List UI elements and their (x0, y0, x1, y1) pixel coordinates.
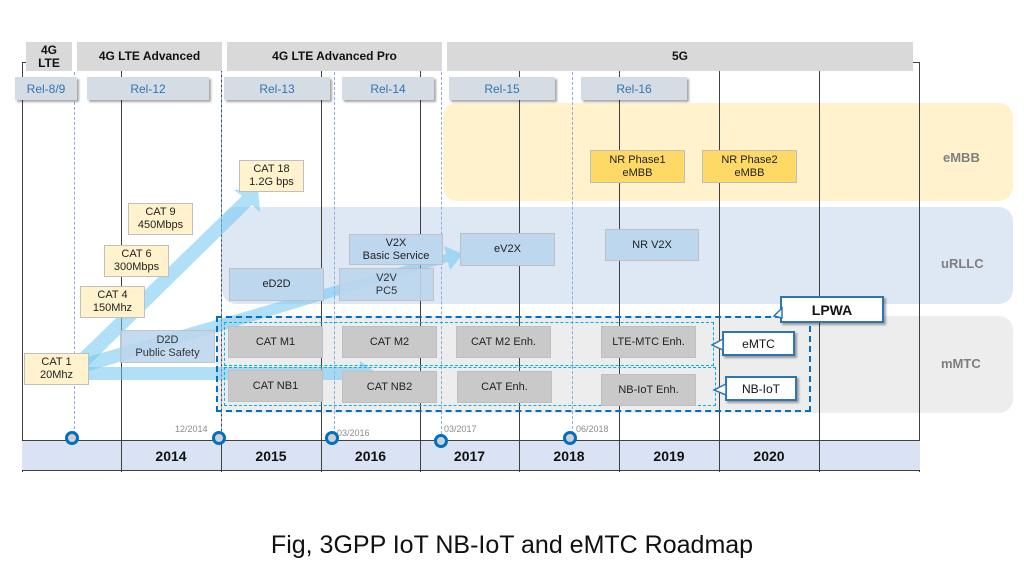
year-cell (819, 440, 919, 471)
milestone-date: 06/2018 (576, 424, 609, 434)
milestone-marker (65, 431, 79, 445)
callout-pointers (710, 306, 783, 397)
lpwa-pointer (772, 306, 783, 319)
nbiot-pointer (712, 382, 727, 397)
year-divider (719, 440, 720, 471)
milestone-marker (563, 431, 577, 445)
year-divider (121, 440, 122, 471)
year-2014: 2014 (155, 447, 187, 464)
year-divider (321, 440, 322, 471)
year-divider (420, 440, 421, 471)
year-divider (819, 440, 820, 471)
year-2016: 2016 (354, 447, 387, 464)
milestone-date: 03/2017 (444, 424, 477, 434)
emtc-pointer (710, 337, 724, 352)
year-2015: 2015 (255, 447, 287, 464)
year-divider (519, 440, 520, 471)
year-2020: 2020 (753, 447, 785, 464)
year-divider (619, 440, 620, 471)
milestone-marker (212, 431, 226, 445)
milestone-marker (434, 434, 448, 448)
figure-caption: Fig, 3GPP IoT NB-IoT and eMTC Roadmap (270, 531, 754, 559)
year-2019: 2019 (653, 447, 685, 464)
milestone-date: 03/2016 (337, 428, 370, 438)
milestone-date: 12/2014 (175, 424, 208, 434)
